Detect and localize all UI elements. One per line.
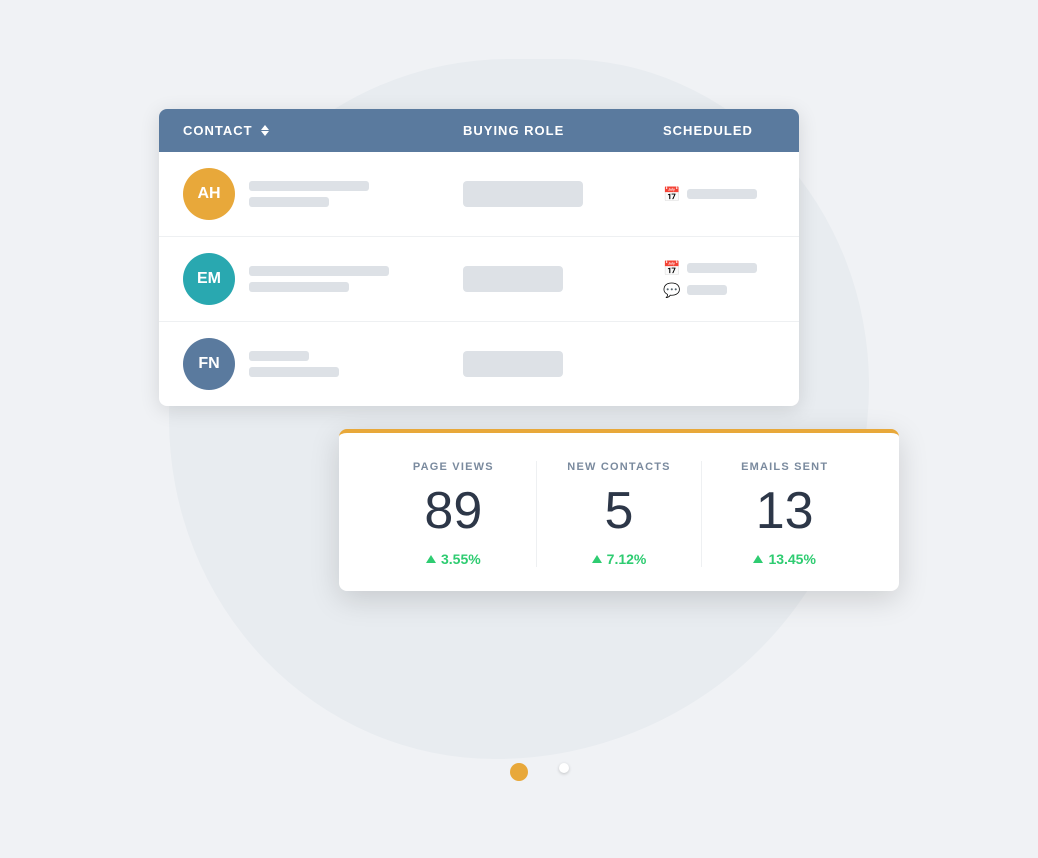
avatar: AH — [183, 168, 235, 220]
table-row[interactable]: EM 📅 💬 — [159, 237, 799, 322]
row-buying-role — [463, 351, 663, 377]
table-row[interactable]: AH 📅 — [159, 152, 799, 237]
contact-header-label: CONTACT — [183, 123, 253, 138]
contact-header[interactable]: CONTACT — [183, 123, 463, 138]
stat-emails-sent: EMAILS SENT 13 13.45% — [701, 461, 867, 567]
scheduled-line — [687, 263, 757, 273]
scheduled-header: SCHEDULED — [663, 123, 775, 138]
sort-up-icon — [261, 125, 269, 130]
trend-up-icon — [426, 555, 436, 563]
buying-pill — [463, 181, 583, 207]
stat-change-value: 7.12% — [607, 551, 647, 567]
avatar: FN — [183, 338, 235, 390]
placeholder-line — [249, 181, 369, 191]
trend-up-icon — [753, 555, 763, 563]
stat-label: EMAILS SENT — [741, 461, 828, 473]
placeholder-line — [249, 197, 329, 207]
trend-up-icon — [592, 555, 602, 563]
stat-change: 13.45% — [753, 551, 815, 567]
row-contact: EM — [183, 253, 463, 305]
row-buying-role — [463, 181, 663, 207]
sort-icon[interactable] — [261, 125, 269, 136]
contact-lines — [249, 266, 389, 292]
stat-page-views: PAGE VIEWS 89 3.55% — [371, 461, 536, 567]
placeholder-line — [249, 351, 309, 361]
buying-pill — [463, 351, 563, 377]
stats-card: PAGE VIEWS 89 3.55% NEW CONTACTS 5 7.12%… — [339, 429, 899, 591]
avatar: EM — [183, 253, 235, 305]
contact-lines — [249, 351, 339, 377]
stat-change-value: 13.45% — [768, 551, 815, 567]
sort-down-icon — [261, 131, 269, 136]
placeholder-line — [249, 266, 389, 276]
stat-change: 7.12% — [592, 551, 647, 567]
table-header: CONTACT BUYING ROLE SCHEDULED — [159, 109, 799, 152]
stat-label: PAGE VIEWS — [413, 461, 494, 473]
email-icon: 💬 — [663, 282, 679, 298]
dot-white — [559, 763, 569, 773]
scheduled-line — [687, 189, 757, 199]
placeholder-line — [249, 282, 349, 292]
scheduled-item: 📅 — [663, 260, 775, 276]
stat-label: NEW CONTACTS — [567, 461, 670, 473]
calendar-icon: 📅 — [663, 260, 679, 276]
buying-role-header: BUYING ROLE — [463, 123, 663, 138]
table-row[interactable]: FN — [159, 322, 799, 406]
main-scene: CONTACT BUYING ROLE SCHEDULED AH — [129, 49, 909, 809]
buying-pill — [463, 266, 563, 292]
stat-change-value: 3.55% — [441, 551, 481, 567]
dot-orange — [510, 763, 528, 781]
row-contact: AH — [183, 168, 463, 220]
row-contact: FN — [183, 338, 463, 390]
stat-change: 3.55% — [426, 551, 481, 567]
scheduled-line — [687, 285, 727, 295]
stat-value: 89 — [424, 485, 482, 537]
stat-new-contacts: NEW CONTACTS 5 7.12% — [536, 461, 702, 567]
stat-value: 5 — [605, 485, 634, 537]
stat-value: 13 — [756, 485, 814, 537]
calendar-icon: 📅 — [663, 186, 679, 202]
row-buying-role — [463, 266, 663, 292]
row-scheduled: 📅 💬 — [663, 260, 775, 298]
row-scheduled: 📅 — [663, 186, 775, 202]
scheduled-item: 📅 — [663, 186, 775, 202]
placeholder-line — [249, 367, 339, 377]
scheduled-item: 💬 — [663, 282, 775, 298]
contact-lines — [249, 181, 369, 207]
contact-table: CONTACT BUYING ROLE SCHEDULED AH — [159, 109, 799, 406]
